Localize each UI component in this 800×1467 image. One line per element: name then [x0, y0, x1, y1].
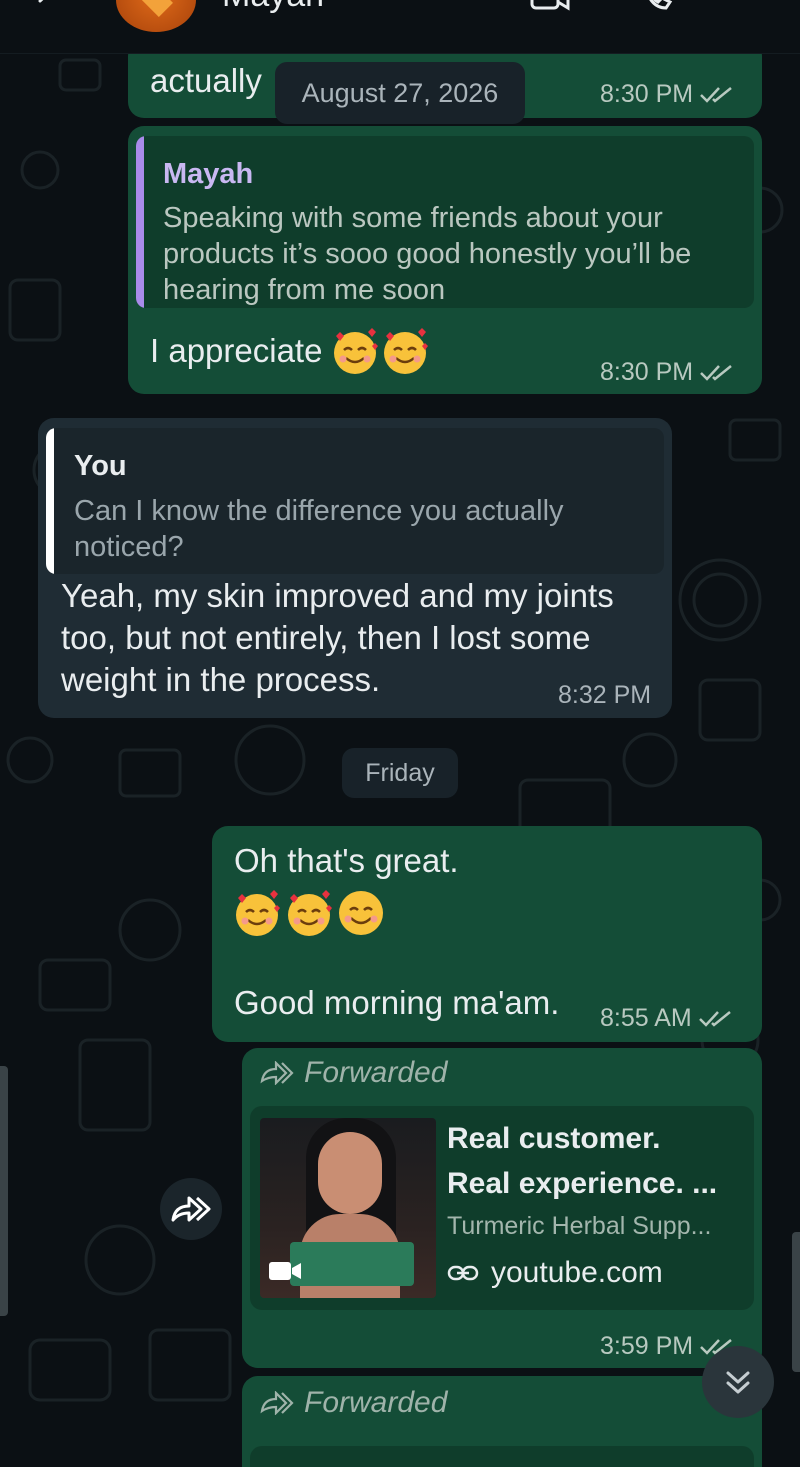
forwarded-label: Forwarded [260, 1386, 447, 1420]
message-time: 8:30 PM [600, 358, 735, 387]
quoted-message[interactable]: You Can I know the difference you actual… [46, 428, 664, 574]
quote-text: Can I know the difference you actually n… [74, 495, 564, 563]
link-title: Real customer. [447, 1122, 661, 1155]
date-divider: August 27, 2026 [275, 62, 525, 124]
link-preview-card[interactable] [250, 1446, 754, 1467]
message-text-line: Oh that's great. [234, 842, 459, 879]
smiling-face-with-hearts-emoji [384, 328, 429, 374]
quote-author: Mayah [163, 158, 254, 190]
contact-name[interactable]: Mayah [222, 0, 324, 15]
scrollbar[interactable] [792, 1232, 800, 1372]
double-check-icon [700, 364, 732, 381]
avatar[interactable] [116, 0, 196, 32]
message-time: 8:55 AM [600, 1004, 734, 1033]
link-title: Real experience. ... [447, 1167, 718, 1200]
day-divider: Friday [342, 748, 458, 798]
forwarded-text: Forwarded [304, 1056, 448, 1089]
outgoing-message[interactable]: Oh that's great. Good morning ma'am. 8:5… [212, 826, 762, 1042]
scroll-to-bottom-button[interactable] [702, 1346, 774, 1418]
chat-header: Mayah [0, 0, 800, 54]
forwarded-link-message[interactable]: Forwarded Real customer. Real experience… [242, 1048, 762, 1368]
message-text: I appreciate [150, 326, 430, 376]
message-time: 8:32 PM [558, 681, 651, 710]
message-text-content: I appreciate [150, 332, 323, 369]
more-options-icon[interactable] [735, 0, 765, 18]
smiling-face-with-hearts-emoji [334, 328, 379, 374]
message-time: 8:30 PM [600, 80, 735, 109]
quote-bar [136, 136, 144, 308]
link-host-text: youtube.com [491, 1256, 663, 1289]
video-camera-icon [269, 1262, 301, 1280]
time-label: 8:30 PM [600, 358, 694, 386]
video-call-icon[interactable] [530, 0, 570, 18]
message-text-line: Good morning ma'am. [234, 984, 560, 1021]
forward-icon [260, 1061, 294, 1085]
link-host[interactable]: youtube.com [447, 1256, 663, 1290]
link-preview-card[interactable]: Real customer. Real experience. ... Turm… [250, 1106, 754, 1310]
forwarded-text: Forwarded [304, 1386, 448, 1419]
smiling-face-emoji [339, 891, 383, 935]
back-arrow-icon[interactable] [30, 0, 60, 16]
quote-text: Speaking with some friends about your pr… [163, 202, 692, 306]
video-thumbnail[interactable] [260, 1118, 436, 1298]
quoted-message[interactable]: Mayah Speaking with some friends about y… [136, 136, 754, 308]
quote-author: You [74, 450, 127, 482]
smiling-face-with-hearts-emoji [288, 890, 332, 936]
scroll-down-icon [726, 1371, 750, 1394]
link-description: Turmeric Herbal Supp... [447, 1212, 712, 1240]
smiling-face-with-hearts-emoji [236, 890, 280, 936]
forwarded-label: Forwarded [260, 1056, 447, 1090]
double-check-icon [700, 86, 732, 103]
double-check-icon [698, 1010, 731, 1027]
share-button[interactable] [160, 1178, 222, 1240]
quote-bar [46, 428, 54, 574]
emoji-row [232, 888, 386, 938]
message-text: actually [150, 62, 262, 99]
time-label: 3:59 PM [600, 1332, 694, 1360]
voice-call-icon[interactable] [640, 0, 680, 18]
link-icon [447, 1265, 479, 1281]
time-label: 8:32 PM [558, 681, 652, 709]
outgoing-message[interactable]: Mayah Speaking with some friends about y… [128, 126, 762, 394]
forward-icon [260, 1391, 294, 1415]
incoming-message[interactable]: You Can I know the difference you actual… [38, 418, 672, 718]
time-label: 8:55 AM [600, 1004, 692, 1032]
forwarded-message[interactable]: Forwarded [242, 1376, 762, 1467]
scrollbar[interactable] [0, 1066, 8, 1316]
time-label: 8:30 PM [600, 80, 694, 108]
share-icon [171, 1196, 211, 1222]
